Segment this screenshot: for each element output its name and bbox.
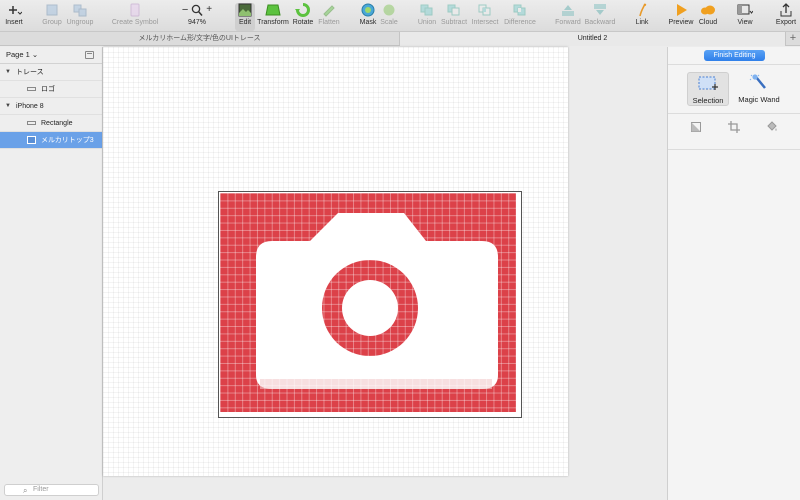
zoom-in-button[interactable]: + xyxy=(206,4,212,16)
plus-icon xyxy=(9,6,22,15)
ungroup-button[interactable]: Ungroup xyxy=(66,3,94,31)
bitmap-layer-icon xyxy=(27,136,36,144)
camera-icon xyxy=(256,213,498,389)
selection-tool[interactable]: Selection xyxy=(687,72,729,106)
layer-label: メルカリトップ3 xyxy=(41,137,94,144)
layers-sidebar: Page 1 ⌄ ▼ トレース ロゴ ▼ iPhone 8 Rectangle … xyxy=(0,47,103,500)
preview-button[interactable]: Preview xyxy=(669,3,693,31)
tab-untitled-2[interactable]: Untitled 2 xyxy=(400,32,785,46)
difference-button[interactable]: Difference xyxy=(503,3,537,31)
divider xyxy=(668,113,800,114)
intersect-button[interactable]: Intersect xyxy=(470,3,500,31)
forward-button[interactable]: Forward xyxy=(555,3,581,31)
link-icon xyxy=(639,3,647,17)
magnifier-icon xyxy=(192,4,203,16)
disclosure-triangle-icon[interactable]: ▼ xyxy=(5,64,11,81)
view-button[interactable]: View xyxy=(735,3,755,31)
link-button[interactable]: Link xyxy=(634,3,650,31)
edit-button[interactable]: Edit xyxy=(235,3,255,31)
bring-forward-icon xyxy=(562,5,574,16)
search-icon: ⌕ xyxy=(23,486,28,495)
layer-artboard-iphone8[interactable]: ▼ iPhone 8 xyxy=(0,98,102,115)
page-selector[interactable]: Page 1 ⌄ xyxy=(0,47,102,63)
bitmap-selection-frame[interactable] xyxy=(218,191,522,418)
group-button[interactable]: Group xyxy=(41,3,63,31)
ungroup-icon xyxy=(73,4,87,17)
union-icon xyxy=(420,4,433,16)
crop-icon[interactable] xyxy=(728,121,740,133)
shape-layer-icon xyxy=(27,87,36,91)
export-button[interactable]: Export xyxy=(775,3,797,31)
rotate-button[interactable]: Rotate xyxy=(292,3,314,31)
create-symbol-button[interactable]: Create Symbol xyxy=(112,3,158,31)
bitmap-action-tools xyxy=(668,121,800,135)
layer-bitmap-mercari-top3[interactable]: メルカリトップ3 xyxy=(0,132,102,149)
disclosure-triangle-icon[interactable]: ▼ xyxy=(5,98,11,115)
marquee-selection-icon xyxy=(698,76,718,90)
toolbar: Insert Group Ungroup Create Symbol − + 9… xyxy=(0,0,800,32)
finish-editing-button[interactable]: Finish Editing xyxy=(704,50,765,61)
magic-wand-icon xyxy=(749,74,766,89)
mask-button[interactable]: Mask xyxy=(358,3,378,31)
magic-wand-tool[interactable]: Magic Wand xyxy=(738,72,780,106)
artboard[interactable] xyxy=(103,47,568,476)
mask-icon xyxy=(361,3,375,17)
subtract-button[interactable]: Subtract xyxy=(440,3,468,31)
layer-label: iPhone 8 xyxy=(16,103,44,110)
fill-bucket-icon[interactable] xyxy=(766,121,778,133)
zoom-level: 947% xyxy=(188,19,206,26)
scale-button[interactable]: Scale xyxy=(379,3,399,31)
layer-logo[interactable]: ロゴ xyxy=(0,81,102,98)
difference-icon xyxy=(513,4,526,16)
insert-button[interactable]: Insert xyxy=(4,3,24,31)
transform-button[interactable]: Transform xyxy=(257,3,289,31)
view-icon xyxy=(737,4,753,15)
backward-button[interactable]: Backward xyxy=(584,3,616,31)
layer-filter-input[interactable]: ⌕ Filter xyxy=(4,484,99,496)
document-tabs: メルカリホーム形/文字/色のUIトレース Untitled 2 + xyxy=(0,32,800,46)
zoom-out-button[interactable]: − xyxy=(182,4,188,16)
scale-icon xyxy=(383,4,395,16)
invert-selection-icon[interactable] xyxy=(690,121,702,133)
zoom-control[interactable]: − + 947% xyxy=(178,3,216,31)
group-icon xyxy=(46,4,58,16)
camera-bitmap-image[interactable] xyxy=(220,193,516,412)
filter-placeholder: Filter xyxy=(33,486,49,493)
divider xyxy=(668,64,800,65)
flatten-button[interactable]: Flatten xyxy=(317,3,341,31)
shape-layer-icon xyxy=(27,121,36,125)
inspector-panel: Finish Editing Selection Magic Wand xyxy=(667,47,800,500)
layer-label: トレース xyxy=(16,69,44,76)
union-button[interactable]: Union xyxy=(416,3,438,31)
zoom-buttons: − + xyxy=(182,3,212,17)
canvas[interactable] xyxy=(103,47,667,500)
layer-rectangle[interactable]: Rectangle xyxy=(0,115,102,132)
edit-bitmap-icon xyxy=(238,3,252,17)
rotate-icon xyxy=(295,3,310,17)
symbol-icon xyxy=(130,3,140,17)
subtract-icon xyxy=(447,4,460,16)
play-icon xyxy=(677,4,687,16)
transform-icon xyxy=(265,4,281,16)
cloud-button[interactable]: Cloud xyxy=(697,3,719,31)
layer-group-trace[interactable]: ▼ トレース xyxy=(0,64,102,81)
flatten-icon xyxy=(323,5,335,17)
cloud-icon xyxy=(701,5,715,15)
layer-label: Rectangle xyxy=(41,120,73,127)
divider xyxy=(668,149,800,150)
collapse-pages-icon[interactable] xyxy=(85,51,94,59)
page-selector-label: Page 1 ⌄ xyxy=(6,50,39,59)
send-backward-icon xyxy=(594,4,606,15)
export-icon xyxy=(780,3,792,17)
new-tab-button[interactable]: + xyxy=(785,32,800,46)
intersect-icon xyxy=(478,4,491,16)
tab-mercari-ui-trace[interactable]: メルカリホーム形/文字/色のUIトレース xyxy=(0,32,400,46)
layer-label: ロゴ xyxy=(41,86,55,93)
